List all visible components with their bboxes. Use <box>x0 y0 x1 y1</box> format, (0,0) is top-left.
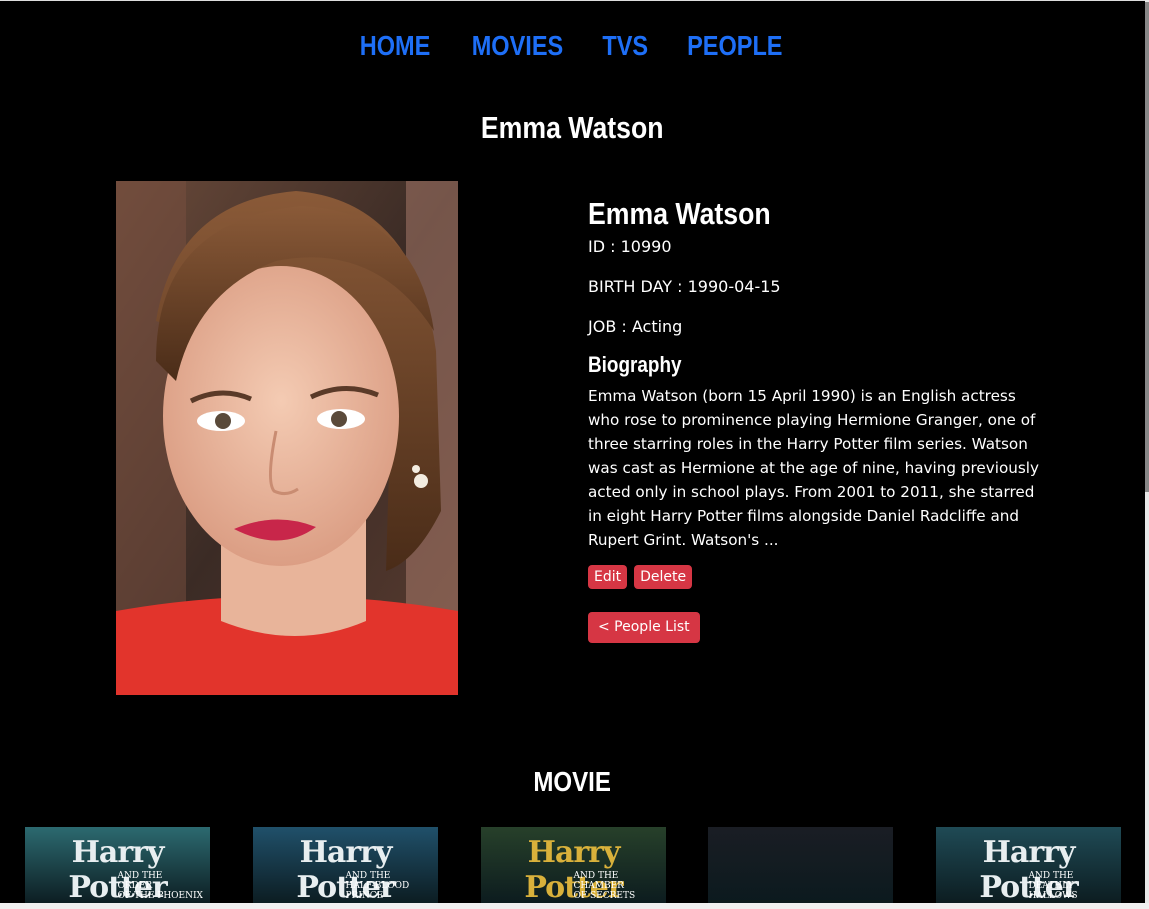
movie-poster[interactable]: Harry Potter AND THE HALF-BLOOD PRINCE <box>253 827 438 903</box>
bottom-strip <box>0 903 1149 909</box>
vertical-scrollbar[interactable] <box>1145 0 1149 909</box>
person-id: ID : 10990 <box>588 237 672 256</box>
movie-poster[interactable]: Harry Potter AND THE CHAMBER OF SECRETS <box>481 827 666 903</box>
main-nav: HOME MOVIES TVS PEOPLE <box>0 30 1145 62</box>
biography-heading-text: Biography <box>588 352 682 377</box>
page: HOME MOVIES TVS PEOPLE Emma Watson Emma … <box>0 0 1145 903</box>
scrollbar-thumb[interactable] <box>1145 2 1149 492</box>
nav-home-link[interactable]: HOME <box>360 30 431 62</box>
person-birthday: BIRTH DAY : 1990-04-15 <box>588 277 781 296</box>
movie-section-heading: MOVIE <box>0 766 1145 798</box>
nav-people-link[interactable]: PEOPLE <box>687 30 782 62</box>
movie-poster[interactable] <box>708 827 893 903</box>
movie-poster[interactable]: Harry Potter AND THE ORDER OF THE PHOENI… <box>25 827 210 903</box>
movie-poster-subtitle: AND THE HALF-BLOOD PRINCE <box>345 871 410 901</box>
person-name: Emma Watson <box>588 196 1058 232</box>
person-portrait <box>116 181 458 695</box>
page-title: Emma Watson <box>0 110 1145 146</box>
biography-heading: Biography <box>588 352 1058 378</box>
movie-poster-subtitle: AND THE ORDER OF THE PHOENIX <box>117 871 203 901</box>
action-buttons: Edit Delete <box>588 565 1058 589</box>
biography-text: Emma Watson (born 15 April 1990) is an E… <box>588 387 1039 549</box>
people-list-button[interactable]: < People List <box>588 612 700 643</box>
nav-movies-link[interactable]: MOVIES <box>472 30 563 62</box>
edit-button[interactable]: Edit <box>588 565 628 589</box>
person-info: Emma Watson ID : 10990 BIRTH DAY : 1990-… <box>588 196 1058 643</box>
delete-button[interactable]: Delete <box>634 565 693 589</box>
person-job: JOB : Acting <box>588 317 683 336</box>
movie-section-heading-text: MOVIE <box>533 766 612 797</box>
top-border <box>0 0 1145 1</box>
movie-poster-subtitle: AND THE DEATHLY HALLOWS <box>1028 871 1078 901</box>
page-title-text: Emma Watson <box>481 110 664 145</box>
portrait-image <box>116 181 458 695</box>
movie-list: Harry Potter AND THE ORDER OF THE PHOENI… <box>0 827 1145 903</box>
person-name-text: Emma Watson <box>588 196 771 231</box>
nav-tvs-link[interactable]: TVS <box>602 30 648 62</box>
movie-poster[interactable]: Harry Potter AND THE DEATHLY HALLOWS <box>936 827 1121 903</box>
movie-poster-subtitle: AND THE CHAMBER OF SECRETS <box>573 871 636 901</box>
